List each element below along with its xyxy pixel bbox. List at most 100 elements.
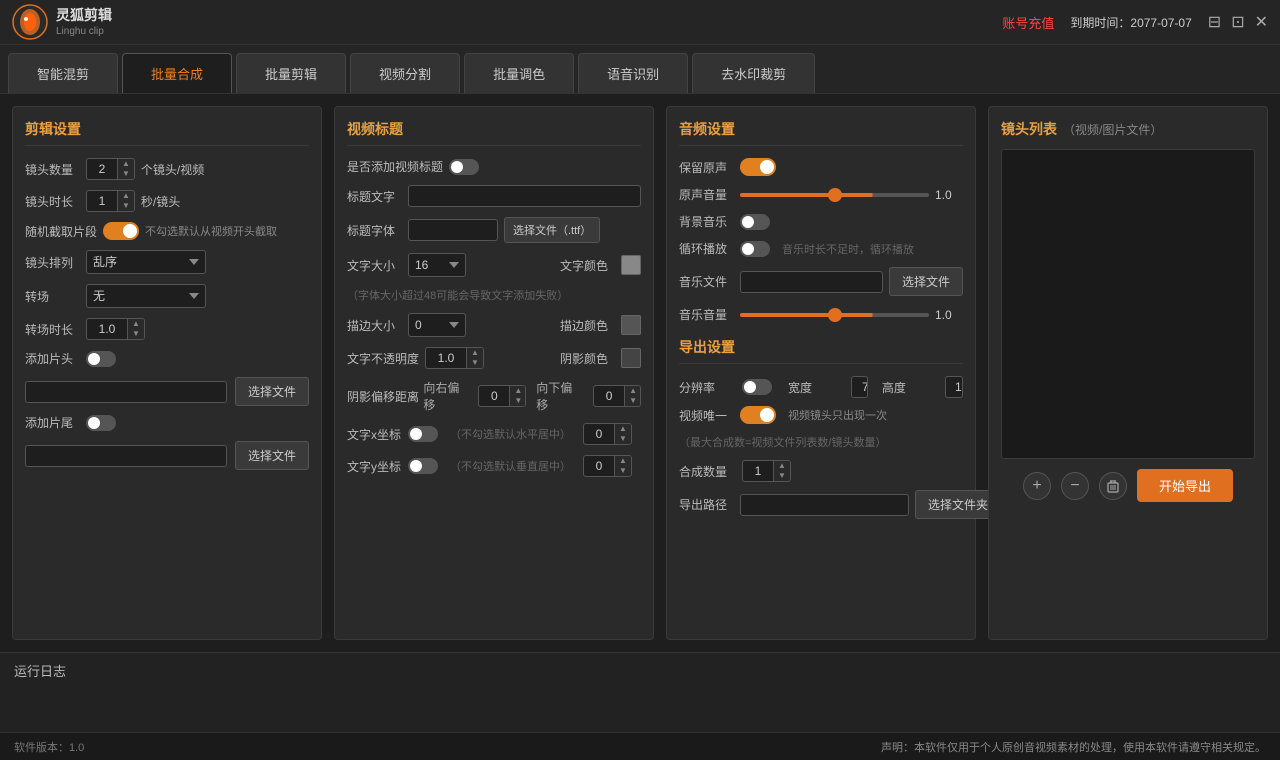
add-header-toggle[interactable] bbox=[86, 351, 116, 367]
music-file-input[interactable] bbox=[740, 271, 883, 293]
shadow-right-spin[interactable]: ▲ ▼ bbox=[478, 385, 526, 407]
text-x-down[interactable]: ▼ bbox=[615, 434, 631, 444]
transition-row: 转场 无 淡入淡出 溶解 bbox=[25, 284, 309, 308]
export-count-input[interactable] bbox=[743, 461, 773, 481]
tab-speech-recognition[interactable]: 语音识别 bbox=[578, 53, 688, 93]
random-clip-toggle[interactable] bbox=[103, 222, 139, 240]
export-count-spin[interactable]: ▲ ▼ bbox=[742, 460, 791, 482]
keep-original-toggle[interactable] bbox=[740, 158, 776, 176]
export-settings-title: 导出设置 bbox=[679, 337, 963, 364]
stroke-size-label: 描边大小 bbox=[347, 317, 402, 334]
transition-duration-up[interactable]: ▲ bbox=[128, 319, 144, 329]
tab-batch-compose[interactable]: 批量合成 bbox=[122, 53, 232, 93]
maximize-button[interactable]: ⊡ bbox=[1231, 12, 1244, 32]
start-export-button[interactable]: 开始导出 bbox=[1137, 469, 1233, 502]
header-file-input[interactable] bbox=[25, 381, 227, 403]
lens-order-select[interactable]: 乱序 顺序 逆序 bbox=[86, 250, 206, 274]
transition-select[interactable]: 无 淡入淡出 溶解 bbox=[86, 284, 206, 308]
lens-remove-button[interactable]: − bbox=[1061, 472, 1089, 500]
text-x-spin[interactable]: ▲ ▼ bbox=[583, 423, 632, 445]
bg-music-toggle[interactable] bbox=[740, 214, 770, 230]
footer-file-input[interactable] bbox=[25, 445, 227, 467]
tab-batch-color[interactable]: 批量调色 bbox=[464, 53, 574, 93]
width-input[interactable] bbox=[852, 377, 868, 397]
transition-duration-spin[interactable]: ▲ ▼ bbox=[86, 318, 145, 340]
loop-play-toggle[interactable] bbox=[740, 241, 770, 257]
stroke-size-select[interactable]: 0123 bbox=[408, 313, 466, 337]
text-x-up[interactable]: ▲ bbox=[615, 424, 631, 434]
shadow-color-picker[interactable] bbox=[621, 348, 641, 368]
height-spin[interactable]: ▲ ▼ bbox=[945, 376, 963, 398]
shadow-down-down[interactable]: ▼ bbox=[625, 396, 641, 406]
shadow-right-input[interactable] bbox=[479, 386, 509, 406]
lens-count-up[interactable]: ▲ bbox=[118, 159, 134, 169]
original-volume-slider[interactable] bbox=[740, 193, 929, 197]
height-input[interactable] bbox=[946, 377, 963, 397]
transition-duration-input[interactable] bbox=[87, 319, 127, 339]
shadow-right-up[interactable]: ▲ bbox=[510, 386, 526, 396]
lens-duration-input[interactable] bbox=[87, 191, 117, 211]
text-x-row: 文字x坐标 （不勾选默认水平居中） ▲ ▼ bbox=[347, 423, 641, 445]
font-color-picker[interactable] bbox=[621, 255, 641, 275]
transition-duration-down[interactable]: ▼ bbox=[128, 329, 144, 339]
lens-count-spin[interactable]: ▲ ▼ bbox=[86, 158, 135, 180]
lens-count-down[interactable]: ▼ bbox=[118, 169, 134, 179]
export-count-down[interactable]: ▼ bbox=[774, 471, 790, 481]
unique-video-toggle[interactable] bbox=[740, 406, 776, 424]
tab-smart-mix[interactable]: 智能混剪 bbox=[8, 53, 118, 93]
lens-count-input[interactable] bbox=[87, 159, 117, 179]
text-y-up[interactable]: ▲ bbox=[615, 456, 631, 466]
lens-duration-down[interactable]: ▼ bbox=[118, 201, 134, 211]
resolution-toggle[interactable] bbox=[742, 379, 772, 395]
tab-video-split[interactable]: 视频分割 bbox=[350, 53, 460, 93]
font-size-select[interactable]: 1612182432 bbox=[408, 253, 466, 277]
lens-delete-button[interactable] bbox=[1099, 472, 1127, 500]
text-x-input[interactable] bbox=[584, 424, 614, 444]
text-x-note: （不勾选默认水平居中） bbox=[450, 426, 571, 442]
add-footer-toggle[interactable] bbox=[86, 415, 116, 431]
text-y-input[interactable] bbox=[584, 456, 614, 476]
opacity-input[interactable] bbox=[426, 348, 466, 368]
account-link[interactable]: 账号充值 bbox=[1002, 13, 1054, 32]
title-font-input[interactable] bbox=[408, 219, 498, 241]
original-volume-row: 原声音量 1.0 bbox=[679, 186, 963, 203]
close-button[interactable]: ✕ bbox=[1255, 12, 1268, 32]
export-path-input[interactable] bbox=[740, 494, 909, 516]
music-volume-slider[interactable] bbox=[740, 313, 929, 317]
select-music-button[interactable]: 选择文件 bbox=[889, 267, 963, 296]
shadow-down-spin[interactable]: ▲ ▼ bbox=[593, 385, 641, 407]
select-font-button[interactable]: 选择文件（.ttf） bbox=[504, 217, 600, 243]
opacity-up[interactable]: ▲ bbox=[467, 348, 483, 358]
shadow-down-input[interactable] bbox=[594, 386, 624, 406]
header-file-select-button[interactable]: 选择文件 bbox=[235, 377, 309, 406]
logo-area: 灵狐剪辑 Linghu clip bbox=[12, 4, 112, 40]
opacity-down[interactable]: ▼ bbox=[467, 358, 483, 368]
text-x-toggle[interactable] bbox=[408, 426, 438, 442]
tab-watermark-crop[interactable]: 去水印裁剪 bbox=[692, 53, 815, 93]
log-title: 运行日志 bbox=[14, 661, 1266, 680]
text-y-toggle[interactable] bbox=[408, 458, 438, 474]
random-clip-note: 不勾选默认从视频开头截取 bbox=[145, 223, 277, 239]
shadow-down-up[interactable]: ▲ bbox=[625, 386, 641, 396]
width-spin[interactable]: ▲ ▼ bbox=[851, 376, 868, 398]
lens-duration-spin[interactable]: ▲ ▼ bbox=[86, 190, 135, 212]
stroke-row: 描边大小 0123 描边颜色 bbox=[347, 313, 641, 337]
add-title-toggle[interactable] bbox=[449, 159, 479, 175]
footer-file-select-button[interactable]: 选择文件 bbox=[235, 441, 309, 470]
lens-list-subtitle: （视频/图片文件） bbox=[1063, 121, 1162, 138]
lens-count-label: 镜头数量 bbox=[25, 161, 80, 178]
export-count-up[interactable]: ▲ bbox=[774, 461, 790, 471]
shadow-right-down[interactable]: ▼ bbox=[510, 396, 526, 406]
lens-add-button[interactable]: + bbox=[1023, 472, 1051, 500]
export-path-row: 导出路径 选择文件夹 bbox=[679, 490, 963, 519]
original-volume-value: 1.0 bbox=[935, 188, 963, 202]
text-y-spin[interactable]: ▲ ▼ bbox=[583, 455, 632, 477]
bg-music-row: 背景音乐 bbox=[679, 213, 963, 230]
tab-batch-edit[interactable]: 批量剪辑 bbox=[236, 53, 346, 93]
lens-duration-up[interactable]: ▲ bbox=[118, 191, 134, 201]
text-y-down[interactable]: ▼ bbox=[615, 466, 631, 476]
minimize-button[interactable]: ⊟ bbox=[1208, 12, 1221, 32]
opacity-spin[interactable]: ▲ ▼ bbox=[425, 347, 484, 369]
stroke-color-picker[interactable] bbox=[621, 315, 641, 335]
title-text-input[interactable] bbox=[408, 185, 641, 207]
